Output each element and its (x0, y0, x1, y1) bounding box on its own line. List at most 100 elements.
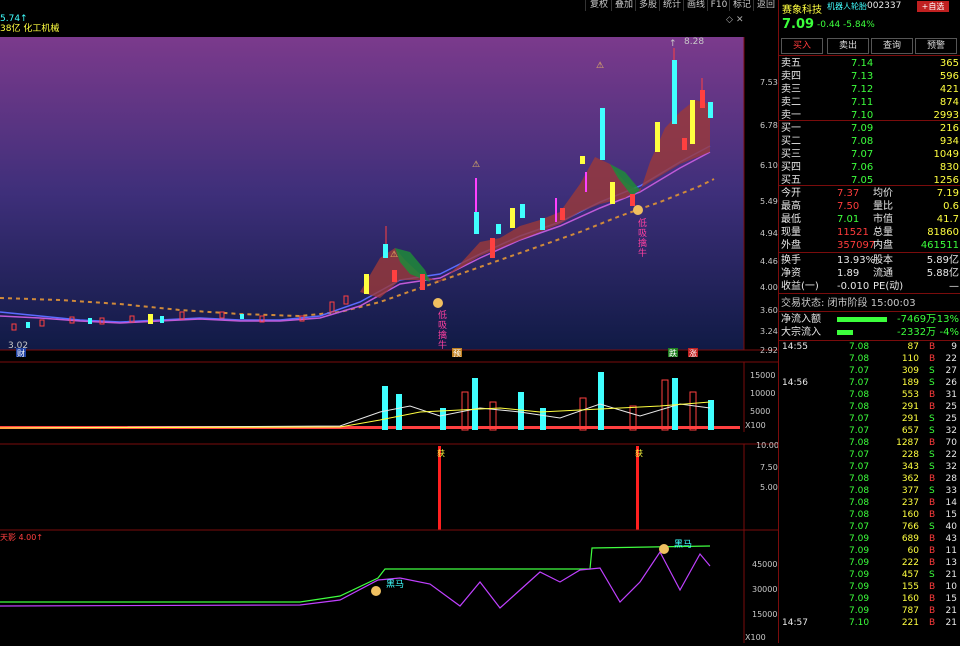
tick-direction: B (929, 474, 936, 484)
tick-count: 25 (945, 402, 957, 412)
tick-price: 7.07 (849, 522, 870, 532)
stat-value: 81860 (927, 227, 959, 238)
tick-row: 7.08 377 S 33 (779, 486, 960, 497)
tick-count: 11 (945, 546, 957, 556)
stat2-row: 净资 1.89 流通 5.88亿 (781, 267, 959, 280)
bid-row[interactable]: 买一 7.09 216 (781, 122, 959, 135)
toolbar-f10-button[interactable]: F10 (707, 0, 730, 11)
tick-volume: 221 (901, 618, 919, 628)
bid-row[interactable]: 买四 7.06 830 (781, 161, 959, 174)
tick-price: 7.07 (849, 414, 870, 424)
tick-volume: 291 (901, 414, 919, 424)
ask-row[interactable]: 卖五 7.14 365 (781, 57, 959, 70)
stat-label: 现量 (781, 227, 801, 238)
bid-volume: 830 (939, 162, 959, 173)
price-tick: 6.78 (760, 121, 778, 130)
collapse-icon[interactable]: ◇ (726, 15, 733, 25)
stat-value: 5.88亿 (926, 268, 959, 279)
tick-price: 7.07 (849, 462, 870, 472)
ask-row[interactable]: 卖二 7.11 874 (781, 96, 959, 109)
toolbar-huaxian-button[interactable]: 画线 (683, 0, 708, 11)
bid-row[interactable]: 买三 7.07 1049 (781, 148, 959, 161)
add-watchlist-button[interactable]: +自选 (917, 1, 949, 12)
bid-label: 买一 (781, 123, 801, 134)
indicator3-unit: X100 (745, 633, 766, 642)
tick-direction: B (929, 558, 936, 568)
kline-chart-area[interactable]: 5.74↑ 38亿 化工机械 ◇ ✕ 7.53 6.78 6.10 5.49 4… (0, 12, 779, 643)
tick-price: 7.08 (849, 342, 870, 352)
heima-signal-icon (371, 586, 381, 596)
price-tick: 6.10 (760, 161, 778, 170)
huo-label: 获 (635, 448, 643, 458)
trade-status: 交易状态: 闭市阶段 15:00:03 (781, 298, 916, 309)
indicator2-bar (438, 446, 441, 530)
flow-label: 净流入额 (781, 314, 821, 325)
ask-row[interactable]: 卖三 7.12 421 (781, 83, 959, 96)
tick-count: 15 (945, 510, 957, 520)
warning-icon: ⚠ (390, 250, 398, 260)
buy-signal-icon (433, 298, 443, 308)
kline-chart-svg[interactable]: 5.74↑ 38亿 化工机械 ◇ ✕ 7.53 6.78 6.10 5.49 4… (0, 12, 779, 643)
marker-yu: 预 (453, 348, 461, 358)
bid-volume: 216 (939, 123, 959, 134)
tick-row: 7.09 222 B 13 (779, 558, 960, 569)
tick-volume: 657 (901, 426, 919, 436)
tick-price: 7.08 (849, 486, 870, 496)
toolbar-duogu-button[interactable]: 多股 (635, 0, 660, 11)
stat-value: 41.7 (936, 214, 959, 225)
volume-unit: X100 (745, 421, 766, 430)
tick-volume: 160 (901, 594, 919, 604)
signal-char: 擒 (438, 329, 447, 341)
tick-direction: B (929, 546, 936, 556)
tick-count: 26 (945, 378, 957, 388)
alert-button[interactable]: 预警 (915, 38, 957, 54)
price-tick: 3.60 (760, 306, 778, 315)
toolbar-fuquan-button[interactable]: 复权 (585, 0, 612, 11)
tick-price: 7.07 (849, 450, 870, 460)
current-price: 7.09 (782, 17, 815, 32)
heima-label: 黑马 (674, 539, 692, 550)
toolbar-fanhui-button[interactable]: 返回 (753, 0, 778, 11)
tick-volume: 155 (901, 582, 919, 592)
tick-price: 7.08 (849, 474, 870, 484)
tick-row: 7.09 689 B 43 (779, 534, 960, 545)
tick-count: 27 (945, 366, 957, 376)
tick-row: 7.09 160 B 15 (779, 594, 960, 605)
tick-volume: 457 (901, 570, 919, 580)
buy-button[interactable]: 买入 (781, 38, 823, 54)
stat-label: 内盘 (873, 240, 893, 251)
query-button[interactable]: 查询 (871, 38, 913, 54)
tick-price: 7.08 (849, 402, 870, 412)
ask-row[interactable]: 卖四 7.13 596 (781, 70, 959, 83)
indicator2-bar (636, 446, 639, 530)
tick-time: 14:57 (782, 618, 808, 628)
toolbar-diejia-button[interactable]: 叠加 (611, 0, 636, 11)
tick-direction: B (929, 606, 936, 616)
bid-price: 7.06 (851, 162, 874, 173)
sell-button[interactable]: 卖出 (827, 38, 869, 54)
fund-flow-row: 大宗流入 -2332万 -4% (781, 326, 959, 339)
tick-row: 7.07 291 S 25 (779, 414, 960, 425)
stat-value: 7.01 (837, 214, 860, 225)
stat-row: 今开 7.37 均价 7.19 (781, 187, 959, 200)
tick-price: 7.08 (849, 510, 870, 520)
price-tick: 3.24 (760, 327, 778, 336)
stat-value: 0.6 (943, 201, 959, 212)
stat-value: 461511 (920, 240, 959, 251)
tick-row: 7.07 309 S 27 (779, 366, 960, 377)
ask-price: 7.12 (851, 84, 874, 95)
toolbar-tongji-button[interactable]: 统计 (659, 0, 684, 11)
tick-direction: S (929, 522, 935, 532)
bid-row[interactable]: 买二 7.08 934 (781, 135, 959, 148)
marker-die: 跌 (669, 348, 677, 358)
tick-direction: S (929, 378, 935, 388)
tick-row: 7.09 457 S 21 (779, 570, 960, 581)
tick-row: 7.07 657 S 32 (779, 426, 960, 437)
volume-bars (0, 372, 740, 431)
tick-volume: 110 (901, 354, 919, 364)
toolbar-biaoji-button[interactable]: 标记 (729, 0, 754, 11)
buy-signal-icon (633, 205, 643, 215)
close-icon[interactable]: ✕ (736, 15, 744, 25)
stat-value: 7.19 (936, 188, 959, 199)
tick-row: 7.09 155 B 10 (779, 582, 960, 593)
